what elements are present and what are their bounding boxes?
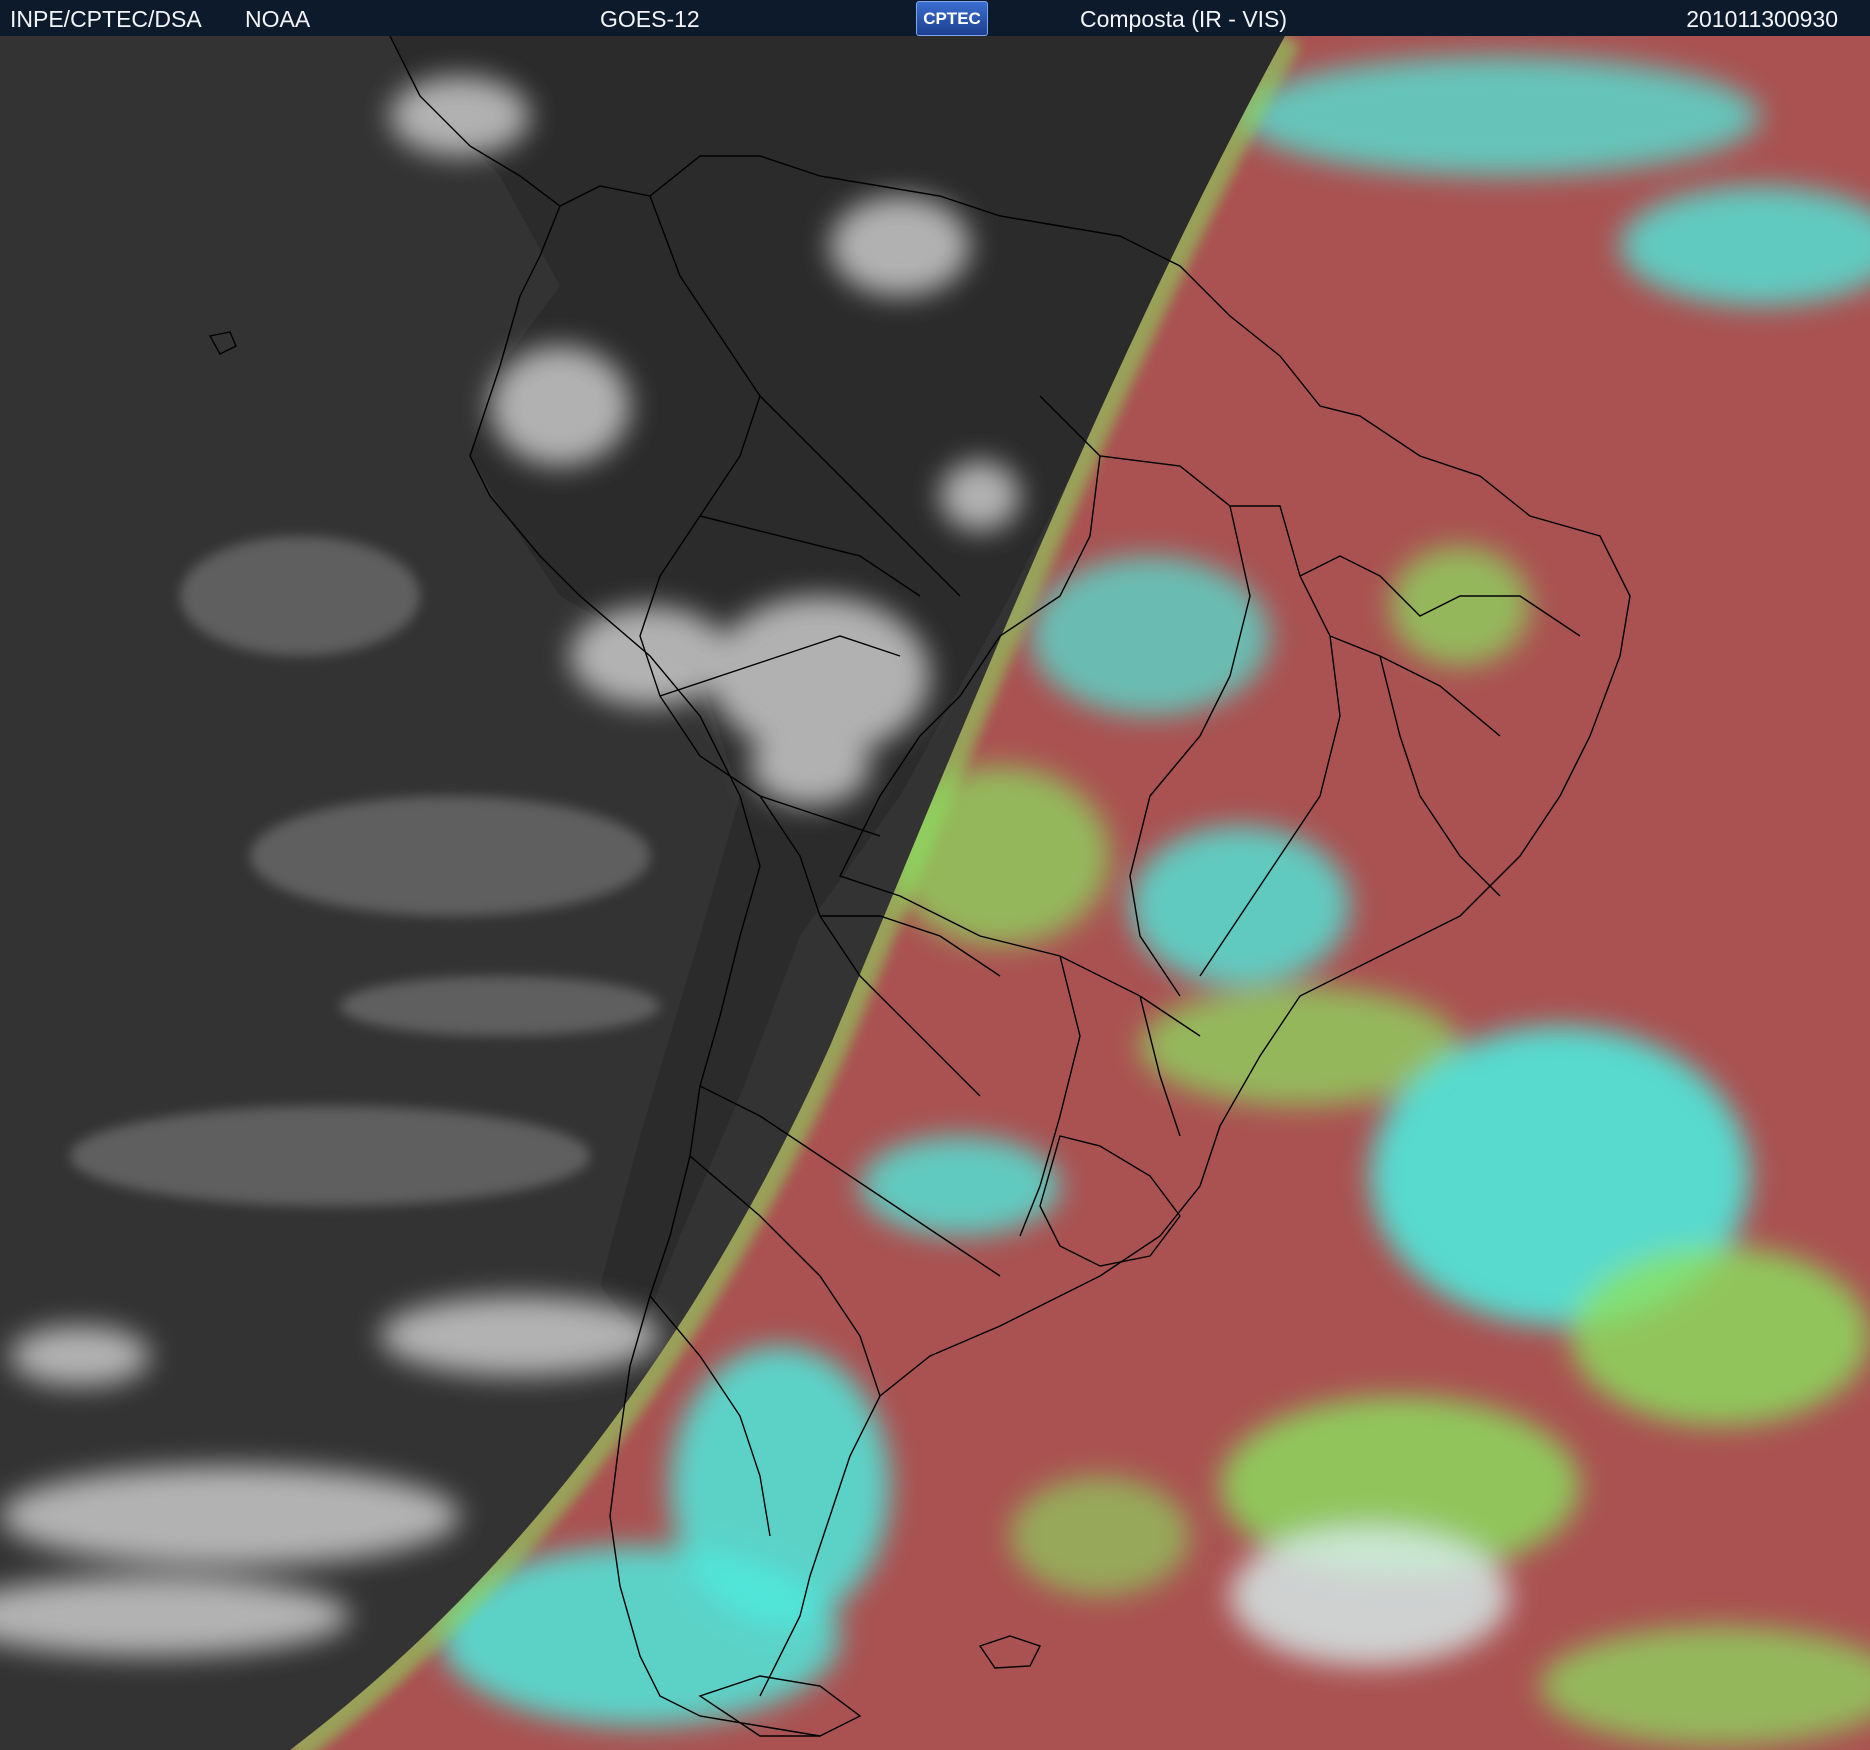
timestamp-label: 201011300930 [1686, 6, 1838, 32]
source-label: INPE/CPTEC/DSA [10, 6, 202, 32]
product-label: Composta (IR - VIS) [1080, 6, 1288, 32]
header-bar: INPE/CPTEC/DSA NOAA GOES-12 CPTEC Compos… [0, 0, 1870, 36]
satellite-map [0, 36, 1870, 1750]
cptec-logo: CPTEC [916, 1, 988, 36]
satellite-image [0, 36, 1870, 1750]
satellite-label: GOES-12 [600, 6, 700, 32]
agency-label: NOAA [245, 6, 311, 32]
